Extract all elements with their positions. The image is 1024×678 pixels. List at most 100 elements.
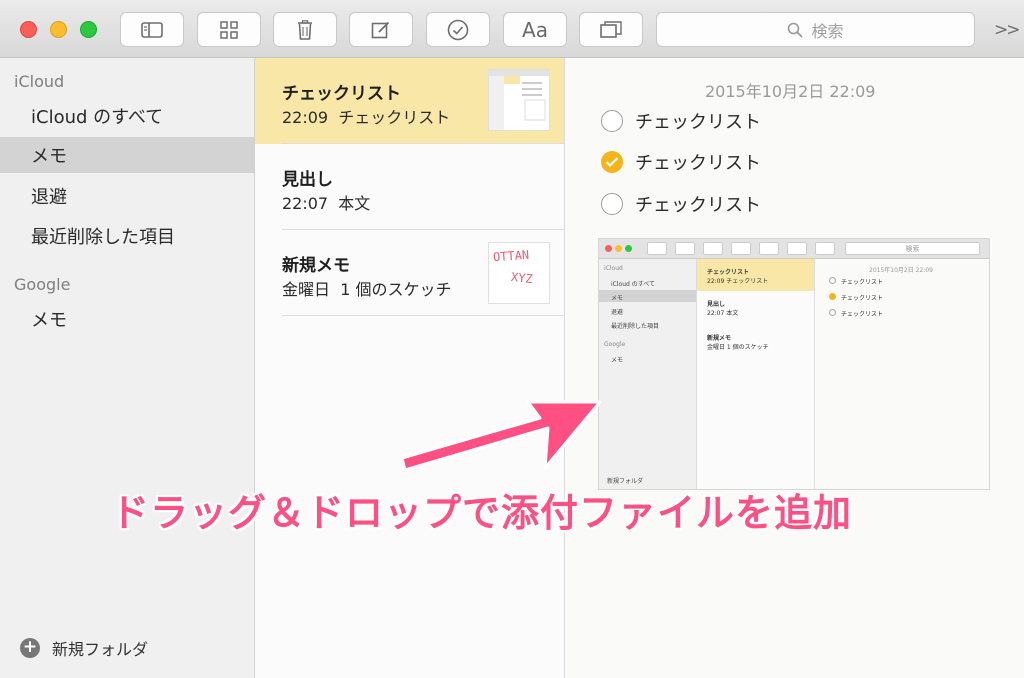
sidebar: iCloud iCloud のすべて メモ 退避 最近削除した項目 Google… xyxy=(0,58,255,678)
mini-sidebar-item: メモ xyxy=(611,295,624,302)
checkbox-checked-icon[interactable] xyxy=(601,151,623,173)
mini-sidebar-item: 退避 xyxy=(611,309,624,316)
note-time: 金曜日 xyxy=(282,280,331,299)
mini-close-icon xyxy=(605,245,612,252)
checkmark-icon xyxy=(605,157,619,168)
mini-toolbar: 検索 xyxy=(599,239,989,259)
checkbox-unchecked-icon[interactable] xyxy=(601,110,623,132)
mini-button xyxy=(675,242,695,255)
compose-icon xyxy=(371,21,390,38)
note-thumbnail xyxy=(488,69,550,131)
mini-notes-list: チェックリスト 22:09 チェックリスト 見出し 22:07 本文 新規メモ … xyxy=(697,259,815,489)
note-preview: 本文 xyxy=(338,194,371,213)
sketch-thumbnail: OTTAN XYZ xyxy=(488,242,550,304)
note-subtitle: 22:09 チェックリスト xyxy=(282,104,450,128)
checklist-item-label: チェックリスト xyxy=(635,153,761,174)
mini-note-title: チェックリスト xyxy=(707,269,750,276)
attached-screenshot[interactable]: 検索 iCloud iCloud のすべて メモ 退避 最近削除した項目 Goo… xyxy=(598,238,990,490)
note-item-heading[interactable]: 見出し 22:07 本文 xyxy=(255,144,564,230)
note-preview: チェックリスト xyxy=(338,108,451,127)
mini-button xyxy=(815,242,835,255)
trash-icon xyxy=(298,19,312,40)
mini-note-title: 新規メモ xyxy=(707,335,732,342)
sidebar-item-recently-deleted[interactable]: 最近削除した項目 xyxy=(0,218,254,254)
annotation-callout: ドラッグ＆ドロップで添付ファイルを追加 xyxy=(111,491,853,535)
checklist-item[interactable]: チェックリスト xyxy=(601,108,761,134)
minimize-window-button[interactable] xyxy=(50,21,67,38)
checklist-item[interactable]: チェックリスト xyxy=(601,191,761,217)
sketch-text-line2: XYZ xyxy=(510,269,534,287)
mini-editor: 2015年10月2日 22:09 チェックリスト チェックリスト チェックリスト xyxy=(815,259,989,489)
toolbar: Aa 検索 >> xyxy=(0,0,1024,58)
search-icon xyxy=(788,22,804,38)
mini-button xyxy=(731,242,751,255)
search-placeholder: 検索 xyxy=(811,21,844,41)
checklist-button[interactable] xyxy=(426,12,490,47)
sidebar-item-notes[interactable]: メモ xyxy=(0,137,254,173)
screenshot-thumbnail-icon xyxy=(489,70,549,130)
note-item-checklist[interactable]: チェックリスト 22:09 チェックリスト xyxy=(255,58,564,144)
note-title: チェックリスト xyxy=(282,84,401,104)
sidebar-icon xyxy=(141,21,163,38)
mini-sidebar-item: iCloud のすべて xyxy=(611,281,656,288)
mini-button xyxy=(759,242,779,255)
close-window-button[interactable] xyxy=(20,21,37,38)
mini-minimize-icon xyxy=(615,245,622,252)
add-attachment-button[interactable] xyxy=(579,12,643,47)
sidebar-header-google: Google xyxy=(14,275,71,294)
mini-button xyxy=(787,242,807,255)
mini-sidebar: iCloud iCloud のすべて メモ 退避 最近削除した項目 Google… xyxy=(599,259,697,489)
attachments-browser-button[interactable] xyxy=(197,12,261,47)
sidebar-item-google-notes[interactable]: メモ xyxy=(0,301,254,337)
mini-sidebar-item: メモ xyxy=(611,357,624,364)
search-field[interactable]: 検索 xyxy=(656,12,975,47)
note-title: 新規メモ xyxy=(282,256,350,276)
delete-note-button[interactable] xyxy=(273,12,337,47)
grid-icon xyxy=(220,20,238,39)
mini-checkbox-checked-icon xyxy=(829,293,836,300)
mini-button xyxy=(703,242,723,255)
plus-icon: + xyxy=(20,638,40,658)
note-editor[interactable]: 2015年10月2日 22:09 チェックリスト チェックリスト チェックリスト xyxy=(565,58,1024,678)
checklist-item[interactable]: チェックリスト xyxy=(601,149,761,175)
toggle-sidebar-button[interactable] xyxy=(120,12,184,47)
checklist-item-label: チェックリスト xyxy=(635,195,761,216)
sketch-text-line1: OTTAN xyxy=(492,247,530,265)
checkmark-circle-icon xyxy=(447,19,469,40)
divider xyxy=(282,315,564,316)
mini-checklist-label: チェックリスト xyxy=(841,279,884,286)
checklist-item-label: チェックリスト xyxy=(635,112,761,133)
mini-checklist-label: チェックリスト xyxy=(841,311,884,318)
format-text-button[interactable]: Aa xyxy=(503,12,567,47)
mini-button xyxy=(647,242,667,255)
maximize-window-button[interactable] xyxy=(80,21,97,38)
note-date: 2015年10月2日 22:09 xyxy=(705,82,876,101)
mini-search: 検索 xyxy=(845,242,980,255)
notes-list: チェックリスト 22:09 チェックリスト 見出し 22:07 本文 新規メモ xyxy=(255,58,565,678)
mini-sidebar-item: 最近削除した項目 xyxy=(611,323,660,330)
mini-note-sub: 22:07 本文 xyxy=(707,310,739,317)
mini-sidebar-header: Google xyxy=(604,341,626,348)
mini-note-sub: 22:09 チェックリスト xyxy=(707,278,769,285)
mini-note-title: 見出し xyxy=(707,301,726,308)
mini-date: 2015年10月2日 22:09 xyxy=(869,267,933,274)
new-note-button[interactable] xyxy=(349,12,413,47)
window-stack-icon xyxy=(600,20,622,38)
note-time: 22:07 xyxy=(282,194,329,213)
mini-sidebar-header: iCloud xyxy=(604,265,623,272)
sidebar-item-archive[interactable]: 退避 xyxy=(0,178,254,214)
mini-checkbox-icon xyxy=(829,277,836,284)
sidebar-header-icloud: iCloud xyxy=(14,72,65,91)
mini-maximize-icon xyxy=(625,245,632,252)
new-folder-button[interactable]: + 新規フォルダ xyxy=(20,636,148,660)
toolbar-overflow-button[interactable]: >> xyxy=(994,20,1020,40)
mini-checkbox-icon xyxy=(829,309,836,316)
note-title: 見出し xyxy=(282,170,333,190)
note-time: 22:09 xyxy=(282,108,329,127)
format-text-label: Aa xyxy=(522,17,548,42)
sidebar-item-all-icloud[interactable]: iCloud のすべて xyxy=(0,98,254,134)
note-subtitle: 金曜日 1 個のスケッチ xyxy=(282,276,451,300)
note-subtitle: 22:07 本文 xyxy=(282,190,370,214)
checkbox-unchecked-icon[interactable] xyxy=(601,193,623,215)
note-item-new-note[interactable]: 新規メモ 金曜日 1 個のスケッチ OTTAN XYZ xyxy=(255,230,564,316)
